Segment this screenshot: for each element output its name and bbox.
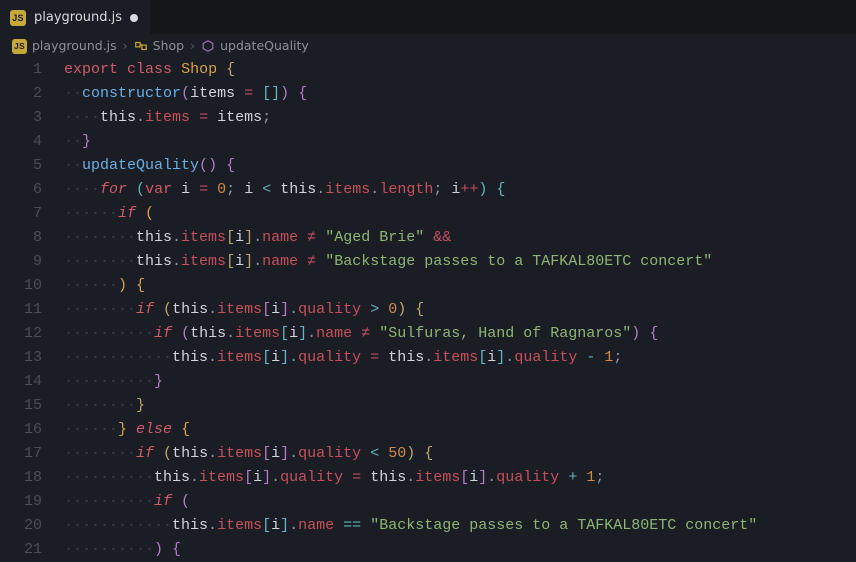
tab-bar: JS playground.js xyxy=(0,0,856,34)
code-line[interactable]: ····this.items = items; xyxy=(64,106,856,130)
code-line[interactable]: ······) { xyxy=(64,274,856,298)
code-line[interactable]: ··········if ( xyxy=(64,490,856,514)
breadcrumb-class[interactable]: Shop xyxy=(134,34,184,58)
line-number: 2 xyxy=(0,82,42,106)
code-line[interactable]: ····for (var i = 0; i < this.items.lengt… xyxy=(64,178,856,202)
line-number: 5 xyxy=(0,154,42,178)
code-line[interactable]: ········this.items[i].name ≠ "Backstage … xyxy=(64,250,856,274)
breadcrumb: JS playground.js › Shop › updateQuality xyxy=(0,34,856,58)
breadcrumb-method-label: updateQuality xyxy=(220,34,309,58)
line-number: 15 xyxy=(0,394,42,418)
code-line[interactable]: ········this.items[i].name ≠ "Aged Brie"… xyxy=(64,226,856,250)
breadcrumb-file-label: playground.js xyxy=(32,34,117,58)
breadcrumb-class-label: Shop xyxy=(153,34,184,58)
code-line[interactable]: ······} else { xyxy=(64,418,856,442)
code-line[interactable]: ············this.items[i].name == "Backs… xyxy=(64,514,856,538)
code-line[interactable]: ············this.items[i].quality = this… xyxy=(64,346,856,370)
js-file-icon: JS xyxy=(12,39,27,54)
code-line[interactable]: ··········if (this.items[i].name ≠ "Sulf… xyxy=(64,322,856,346)
code-line[interactable]: ··constructor(items = []) { xyxy=(64,82,856,106)
method-icon xyxy=(201,39,215,53)
line-number: 4 xyxy=(0,130,42,154)
code-line[interactable]: ··updateQuality() { xyxy=(64,154,856,178)
code-line[interactable]: ········if (this.items[i].quality > 0) { xyxy=(64,298,856,322)
code-line[interactable]: ········if (this.items[i].quality < 50) … xyxy=(64,442,856,466)
line-number: 18 xyxy=(0,466,42,490)
code-line[interactable]: ··} xyxy=(64,130,856,154)
line-number: 12 xyxy=(0,322,42,346)
line-number: 9 xyxy=(0,250,42,274)
line-number: 13 xyxy=(0,346,42,370)
code-line[interactable]: ··········) { xyxy=(64,538,856,560)
line-number: 1 xyxy=(0,58,42,82)
line-number: 8 xyxy=(0,226,42,250)
line-number: 20 xyxy=(0,514,42,538)
editor[interactable]: 123456789101112131415161718192021 export… xyxy=(0,58,856,560)
code-line[interactable]: export class Shop { xyxy=(64,58,856,82)
line-number: 6 xyxy=(0,178,42,202)
breadcrumb-file[interactable]: JS playground.js xyxy=(12,34,117,58)
code-area[interactable]: export class Shop {··constructor(items =… xyxy=(58,58,856,560)
js-file-icon: JS xyxy=(10,10,26,26)
line-number: 14 xyxy=(0,370,42,394)
class-icon xyxy=(134,39,148,53)
tab-label: playground.js xyxy=(34,6,122,30)
modified-dot-icon xyxy=(130,14,138,22)
line-number: 21 xyxy=(0,538,42,562)
line-number: 19 xyxy=(0,490,42,514)
line-number: 10 xyxy=(0,274,42,298)
chevron-right-icon: › xyxy=(190,34,195,58)
line-number: 17 xyxy=(0,442,42,466)
code-line[interactable]: ······if ( xyxy=(64,202,856,226)
code-line[interactable]: ··········} xyxy=(64,370,856,394)
line-number: 3 xyxy=(0,106,42,130)
chevron-right-icon: › xyxy=(123,34,128,58)
code-line[interactable]: ········} xyxy=(64,394,856,418)
breadcrumb-method[interactable]: updateQuality xyxy=(201,34,309,58)
tab-playground[interactable]: JS playground.js xyxy=(0,0,150,34)
line-number: 11 xyxy=(0,298,42,322)
line-number: 16 xyxy=(0,418,42,442)
line-gutter: 123456789101112131415161718192021 xyxy=(0,58,58,560)
line-number: 7 xyxy=(0,202,42,226)
code-line[interactable]: ··········this.items[i].quality = this.i… xyxy=(64,466,856,490)
